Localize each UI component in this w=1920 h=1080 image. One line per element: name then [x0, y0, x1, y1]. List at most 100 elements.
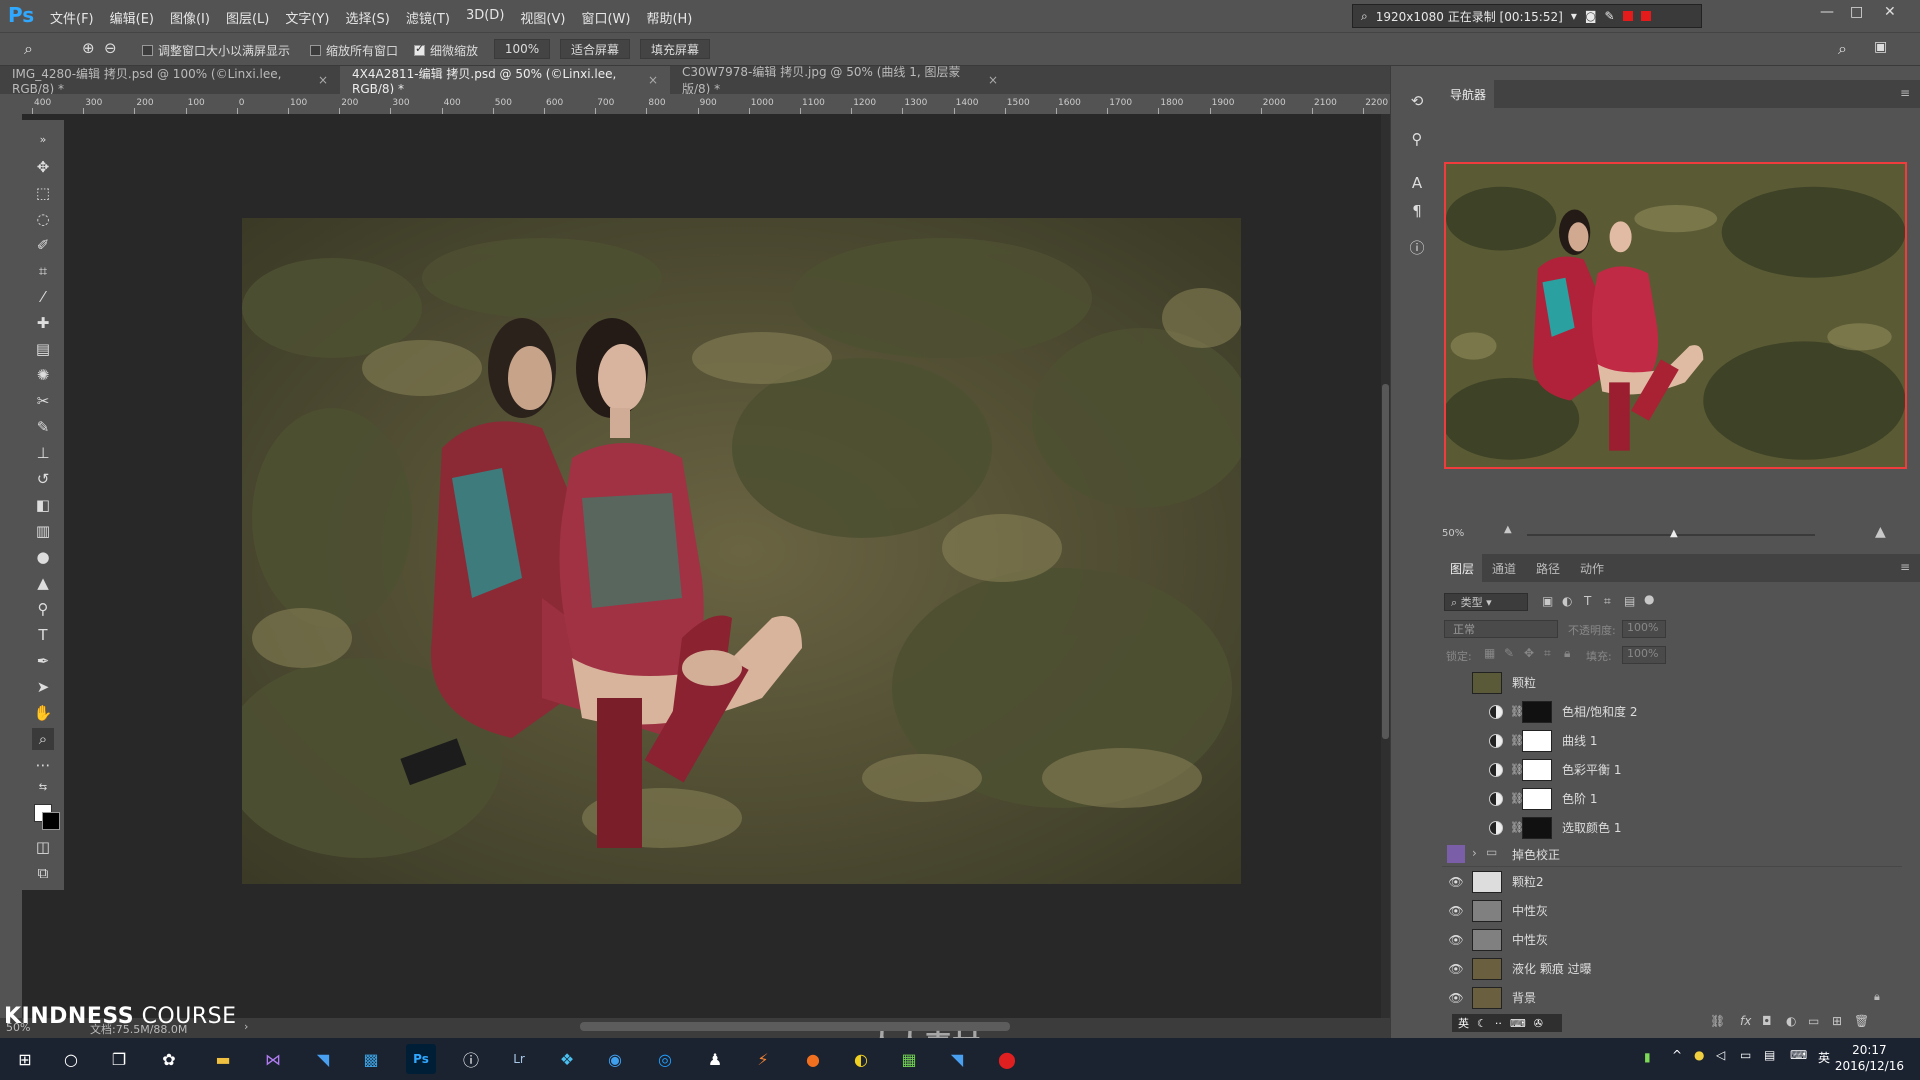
pen-tool-icon[interactable]: ✒ — [32, 650, 54, 672]
resize-windows-checkbox[interactable]: 调整窗口大小以满屏显示 — [142, 42, 290, 59]
task-view-icon[interactable]: ❐ — [104, 1044, 134, 1074]
app-icon[interactable]: ◥ — [308, 1044, 338, 1074]
layers-menu-icon[interactable]: ≡ — [1900, 560, 1910, 574]
zoom-tool-icon[interactable]: ⌕ — [24, 39, 33, 59]
zoom-in-large-icon[interactable]: ▲ — [1875, 524, 1886, 540]
dropdown-icon[interactable]: ▾ — [1571, 9, 1577, 23]
layer-row[interactable]: ⛓ 曲线 1 — [1442, 726, 1902, 755]
sharpen-tool-icon[interactable]: ▲ — [32, 572, 54, 594]
healing-brush-icon[interactable]: ✚ — [32, 312, 54, 334]
type-tool-icon[interactable]: T — [32, 624, 54, 646]
content-aware-icon[interactable]: ✺ — [32, 364, 54, 386]
visibility-toggle[interactable] — [1447, 761, 1465, 779]
ime-language[interactable]: 英 — [1458, 1015, 1469, 1031]
move-tool-icon[interactable]: ✥ — [32, 156, 54, 178]
battery-icon[interactable]: ▮ — [1644, 1050, 1651, 1064]
menu-select[interactable]: 选择(S) — [345, 8, 389, 27]
layer-mask-thumbnail[interactable] — [1522, 816, 1552, 839]
maximize-icon[interactable]: □ — [1850, 4, 1863, 20]
eye-icon[interactable]: 👁︎ — [1447, 931, 1465, 949]
visibility-toggle[interactable] — [1447, 845, 1465, 863]
windows-start-icon[interactable]: ⊞ — [10, 1044, 40, 1074]
layer-row[interactable]: ⛓ 选取颜色 1 — [1442, 813, 1902, 842]
new-layer-icon[interactable]: ⊞ — [1832, 1014, 1842, 1028]
menu-layer[interactable]: 图层(L) — [226, 8, 269, 27]
tab-layers[interactable]: 图层 — [1442, 554, 1483, 582]
history-brush-icon[interactable]: ↺ — [32, 468, 54, 490]
zoom-all-checkbox[interactable]: 缩放所有窗口 — [310, 42, 398, 59]
tab-paths[interactable]: 路径 — [1528, 554, 1568, 582]
close-tab-icon[interactable]: × — [988, 73, 998, 87]
screen-mode-icon[interactable]: ⧉ — [32, 862, 54, 884]
trash-icon[interactable]: 🗑︎ — [1854, 1014, 1869, 1028]
expand-arrow-icon[interactable]: › — [1472, 846, 1477, 860]
layer-row[interactable]: 👁︎ 液化 颗痕 过曝 — [1442, 954, 1902, 983]
eye-icon[interactable]: 👁︎ — [1447, 873, 1465, 891]
layer-group-row[interactable]: › ▭ 掉色校正 — [1442, 842, 1902, 866]
app-icon[interactable]: ◐ — [846, 1044, 876, 1074]
status-arrow-icon[interactable]: › — [244, 1020, 248, 1033]
browser-icon[interactable]: ◉ — [600, 1044, 630, 1074]
adjust-filter-icon[interactable]: ◐ — [1562, 594, 1572, 608]
layer-row[interactable]: 颗粒 — [1442, 668, 1902, 697]
new-group-icon[interactable]: ▭ — [1808, 1014, 1819, 1028]
eraser-icon[interactable]: ◧ — [32, 494, 54, 516]
type-filter-icon[interactable]: T — [1584, 594, 1591, 608]
wrench-icon[interactable]: ✇ — [1534, 1017, 1543, 1030]
doc-tab-active[interactable]: 4X4A2811-编辑 拷贝.psd @ 50% (©Linxi.lee, RG… — [340, 66, 670, 96]
photoshop-logo[interactable]: Ps — [8, 3, 34, 27]
zoom-value-field[interactable]: 100% — [494, 39, 550, 59]
app-icon[interactable]: ● — [798, 1044, 828, 1074]
record-icon[interactable]: ⬤ — [992, 1044, 1022, 1074]
app-icon[interactable]: ⚡ — [748, 1044, 778, 1074]
visibility-toggle[interactable] — [1447, 674, 1465, 692]
camera-icon[interactable]: ◙ — [1585, 9, 1597, 23]
shape-filter-icon[interactable]: ⌗ — [1604, 594, 1611, 609]
clone-source-icon[interactable]: ⚲ — [1406, 128, 1428, 150]
app-icon[interactable]: ❖ — [552, 1044, 582, 1074]
fill-screen-button[interactable]: 填充屏幕 — [640, 39, 710, 59]
zoom-in-icon[interactable]: ⊕ — [82, 39, 95, 57]
info-app-icon[interactable]: ⓘ — [456, 1044, 486, 1074]
crop-tool-icon[interactable]: ⌗ — [32, 260, 54, 282]
navigator-preview[interactable] — [1444, 162, 1907, 469]
eye-icon[interactable]: 👁︎ — [1447, 960, 1465, 978]
character-icon[interactable]: A — [1406, 172, 1428, 194]
visibility-toggle[interactable] — [1447, 790, 1465, 808]
layer-mask-thumbnail[interactable] — [1522, 700, 1552, 723]
zoom-slider-handle[interactable]: ▲ — [1670, 528, 1678, 539]
navigator-zoom-value[interactable]: 50% — [1442, 528, 1464, 539]
navigator-tab[interactable]: 导航器 — [1442, 80, 1495, 108]
layer-mask-thumbnail[interactable] — [1522, 787, 1552, 810]
workspace-icon[interactable]: ▣ — [1874, 39, 1887, 55]
menu-3d[interactable]: 3D(D) — [466, 8, 504, 27]
app-icon[interactable]: ⋈ — [258, 1044, 288, 1074]
swap-colors-icon[interactable]: ⇆ — [32, 776, 54, 798]
folder-icon[interactable]: ▬ — [208, 1044, 238, 1074]
smart-filter-icon[interactable]: ▤ — [1624, 594, 1635, 608]
keyboard-icon[interactable]: ⌨ — [1510, 1017, 1526, 1030]
zoom-out-icon[interactable]: ⊖ — [104, 39, 117, 57]
visibility-toggle[interactable] — [1447, 732, 1465, 750]
tray-icon[interactable]: ● — [1694, 1048, 1704, 1062]
hand-tool-icon[interactable]: ✋ — [32, 702, 54, 724]
fill-field[interactable]: 100% — [1622, 646, 1666, 664]
fit-screen-button[interactable]: 适合屏幕 — [560, 39, 630, 59]
cortana-icon[interactable]: ○ — [56, 1044, 86, 1074]
dots-icon[interactable]: ·· — [1495, 1017, 1502, 1030]
marquee-tool-icon[interactable]: ⬚ — [32, 182, 54, 204]
blend-mode-select[interactable]: 正常 — [1444, 620, 1558, 638]
filter-toggle-icon[interactable]: ● — [1644, 592, 1654, 606]
layer-row[interactable]: ⛓ 色阶 1 — [1442, 784, 1902, 813]
layer-row[interactable]: ⛓ 色彩平衡 1 — [1442, 755, 1902, 784]
background-color[interactable] — [42, 812, 60, 830]
language-indicator[interactable]: 英 — [1818, 1049, 1830, 1066]
layer-row[interactable]: 👁︎ 中性灰 — [1442, 925, 1902, 954]
blur-tool-icon[interactable]: ● — [32, 546, 54, 568]
app-icon[interactable]: ◥ — [942, 1044, 972, 1074]
pause-icon[interactable] — [1622, 11, 1633, 21]
visibility-toggle[interactable] — [1447, 703, 1465, 721]
system-clock[interactable]: 20:17 2016/12/16 — [1835, 1042, 1904, 1074]
lock-pixels-icon[interactable]: ✎ — [1504, 646, 1514, 660]
scrubby-zoom-checkbox[interactable]: 细微缩放 — [414, 42, 478, 59]
